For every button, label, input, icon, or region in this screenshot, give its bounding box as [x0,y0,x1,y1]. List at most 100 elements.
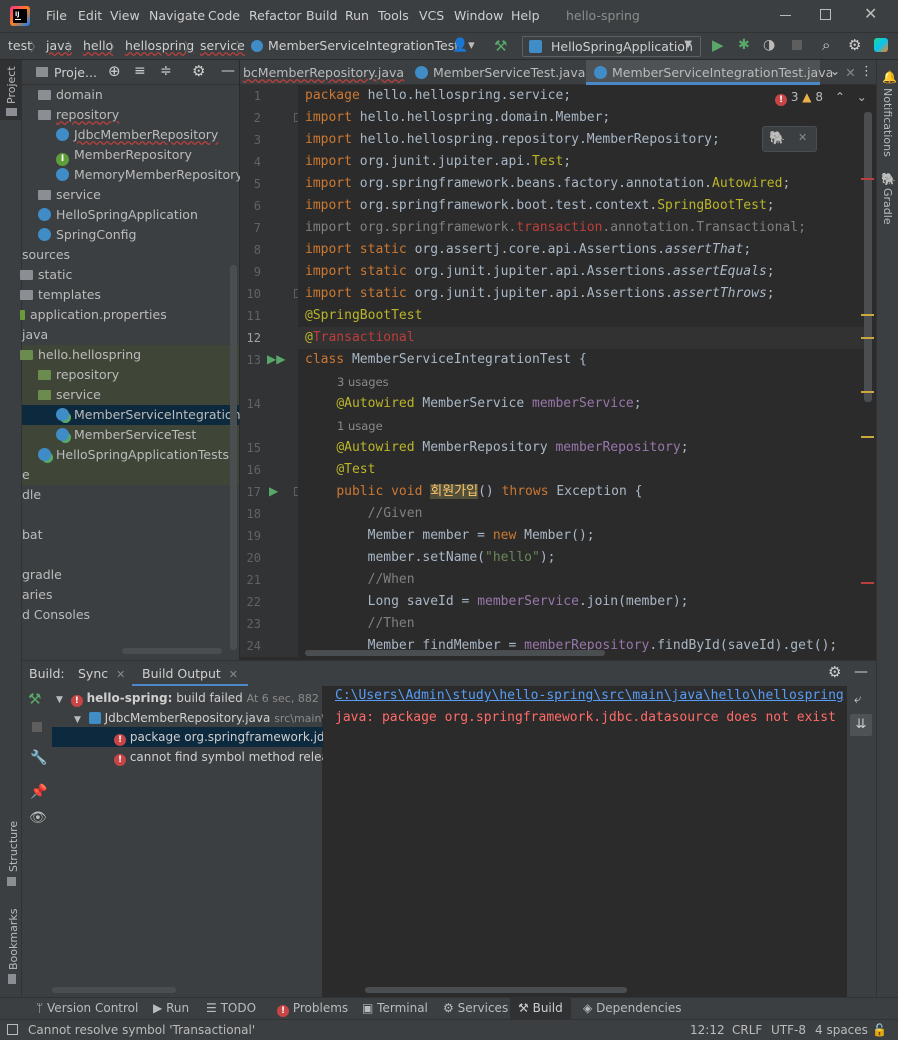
project-tree-item[interactable]: domain [38,85,103,105]
output-file-link[interactable]: C:\Users\Admin\study\hello-spring\src\ma… [335,688,845,703]
project-tree-item[interactable]: service [38,185,101,205]
project-tree-item[interactable]: SpringConfig [38,225,136,245]
tab-services[interactable]: ⚙ Services [443,1001,508,1015]
pin-icon[interactable]: 📌 [30,784,47,800]
tab-problems[interactable]: ! Problems [277,1001,348,1017]
project-tree-item[interactable]: application.properties [20,305,167,325]
project-tree-item[interactable]: repository [38,365,119,385]
wrench-icon[interactable]: 🔧 [30,750,47,766]
tab-build-output[interactable]: Build Output ✕ [132,661,248,687]
caret-position[interactable]: 12:12 [690,1023,725,1037]
menu-item-code[interactable]: Code [208,8,240,23]
structure-tool-label[interactable]: Structure [7,821,20,872]
project-tree-item[interactable]: service [38,385,101,405]
expand-all-icon[interactable]: ≡ [134,63,146,79]
build-root-row[interactable]: ▼ ! hello-spring: build failed At 6 sec,… [56,688,339,708]
project-tree-item[interactable]: JdbcMemberRepository [56,125,218,145]
menu-item-window[interactable]: Window [454,8,503,23]
scroll-to-end-icon[interactable]: ⇊ [850,714,872,736]
indent-setting[interactable]: 4 spaces [815,1023,868,1037]
close-icon[interactable]: ✕ [845,65,855,80]
tab-list-chevron-icon[interactable]: ⌄ [830,64,840,78]
toolbox-icon[interactable] [874,38,888,52]
project-tool-label[interactable]: Project [5,66,18,104]
error-stripe-mark[interactable] [861,314,874,316]
project-panel-title[interactable]: Proje... [54,65,97,80]
tab-terminal[interactable]: ▣ Terminal [362,1001,428,1015]
project-tree-item[interactable]: static [20,265,72,285]
notifications-tool-label[interactable]: Notifications [881,88,894,157]
project-scrollbar[interactable] [230,265,237,650]
project-tree-item[interactable]: MemoryMemberRepository [56,165,243,185]
locate-icon[interactable]: ⊕ [108,62,121,80]
menu-item-build[interactable]: Build [306,8,337,23]
collapse-all-icon[interactable]: ≑ [160,63,172,79]
error-stripe-mark[interactable] [861,582,874,584]
run-gutter-icon[interactable]: ▶ [269,484,278,498]
build-tree-hscrollbar[interactable] [52,987,176,993]
coverage-icon[interactable]: ◑ [763,37,775,53]
build-file-row[interactable]: ▼ JdbcMemberRepository.java src\main\ [74,708,325,728]
tab-member-service-test[interactable]: MemberServiceTest.java ✕ [405,60,608,85]
menu-item-help[interactable]: Help [511,8,540,23]
project-tree-item[interactable]: java [22,325,48,345]
project-tree-item[interactable]: I MemberRepository [56,145,192,166]
error-stripe-mark[interactable] [861,391,874,393]
project-tree-item[interactable]: e [22,465,30,485]
error-stripe-mark[interactable] [861,337,874,339]
file-encoding[interactable]: UTF-8 [771,1023,806,1037]
rebuild-hammer-icon[interactable]: ⚒ [28,690,41,708]
project-tree-item[interactable]: d Consoles [22,605,90,625]
project-tree-item[interactable]: MemberServiceTest [56,425,196,445]
bookmarks-tool-label[interactable]: Bookmarks [7,909,20,970]
build-hammer-icon[interactable]: ⚒ [494,37,507,55]
menu-item-file[interactable]: File [46,8,67,23]
menu-item-refactor[interactable]: Refactor [249,8,301,23]
build-error-row[interactable]: ! cannot find symbol method release [52,747,323,767]
menu-item-edit[interactable]: Edit [78,8,102,23]
stop-build-icon[interactable] [32,722,42,732]
editor-hscrollbar[interactable] [305,650,605,656]
close-window-button[interactable]: ✕ [864,4,877,23]
tab-jdbc-member-repository[interactable]: bcMemberRepository.java ✕ [240,60,427,85]
minimize-button[interactable] [780,15,791,16]
tab-sync[interactable]: Sync ✕ [78,666,125,681]
settings-gear-icon[interactable]: ⚙ [848,36,861,54]
menu-item-navigate[interactable]: Navigate [149,8,205,23]
project-tree-item[interactable]: hello.hellospring [20,345,141,365]
stop-icon[interactable] [792,40,802,50]
project-tree-item[interactable]: repository [38,105,119,125]
run-icon[interactable]: ▶ [712,36,724,54]
menu-item-run[interactable]: Run [345,8,369,23]
close-icon[interactable]: ✕ [798,131,807,144]
inspection-widget[interactable]: ! 3 ▲ 8 ⌃ ⌄ [775,90,867,106]
project-tree-item[interactable]: bat [22,525,43,545]
breadcrumb-item[interactable]: test [8,38,32,53]
editor-more-icon[interactable]: ⋮ [860,64,873,79]
menu-item-vcs[interactable]: VCS [419,8,444,23]
tab-dependencies[interactable]: ◈ Dependencies [583,1001,681,1015]
tab-todo[interactable]: ☰ TODO [206,1001,256,1015]
project-tree-item[interactable]: HelloSpringApplicationTests [38,445,229,465]
gradle-tool-label[interactable]: Gradle [881,188,894,225]
breadcrumb-item[interactable]: MemberServiceIntegrationTest [268,38,459,53]
eye-icon[interactable]: 👁 [29,810,47,826]
user-icon[interactable]: 👤▾ [452,38,475,53]
code-editor[interactable]: package hello.hellospring.service; import… [298,85,864,657]
lock-icon[interactable]: 🔓 [872,1023,887,1037]
debug-icon[interactable]: ✱ [738,37,750,53]
usage-hint[interactable]: 1 usage [337,419,383,433]
hide-panel-icon[interactable]: — [854,664,868,680]
tab-member-service-integration-test[interactable]: MemberServiceIntegrationTest.java ✕ [586,60,856,85]
line-separator[interactable]: CRLF [732,1023,762,1037]
status-panel-icon[interactable] [7,1024,18,1035]
next-highlight-icon[interactable]: ⌄ [857,90,867,104]
project-tree-item[interactable]: aries [22,585,52,605]
tab-run[interactable]: ▶ Run [153,1001,189,1015]
editor-scrollbar[interactable] [864,112,872,402]
tab-build[interactable]: ⚒ Build [510,998,571,1020]
gradle-reload-popup[interactable]: 🐘 ✕ [762,126,817,152]
usage-hint[interactable]: 3 usages [337,375,389,389]
build-gear-icon[interactable]: ⚙ [828,663,841,681]
project-tree-item[interactable]: MemberServiceIntegrationTest [22,405,265,425]
